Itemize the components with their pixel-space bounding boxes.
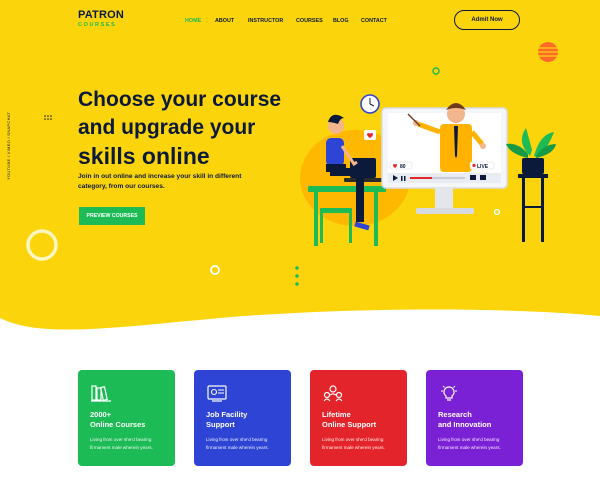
- hero-illustration: 80 LIVE: [300, 94, 556, 246]
- nav-home[interactable]: HOME: [185, 18, 201, 24]
- video-count: 80: [400, 164, 406, 170]
- support-icon: [323, 385, 343, 402]
- lightbulb-icon: [441, 385, 457, 401]
- feature-title: 2000+ Online Courses: [90, 410, 146, 429]
- books-icon: [91, 385, 111, 402]
- hero-title: Choose your course and upgrade your skil…: [78, 86, 281, 170]
- logo-sub: COURSES: [78, 22, 117, 28]
- feature-card-support[interactable]: Lifetime Online Support Living from over…: [310, 370, 407, 466]
- feature-text: Living from over she'd bearing firmament…: [438, 437, 501, 450]
- feature-card-research[interactable]: Research and Innovation Living from over…: [426, 370, 523, 466]
- clock-icon: [360, 94, 380, 114]
- feature-title: Research and Innovation: [438, 410, 492, 429]
- feature-card-courses[interactable]: 2000+ Online Courses Living from over sh…: [78, 370, 175, 466]
- nav-about[interactable]: ABOUT: [215, 18, 234, 24]
- social-links[interactable]: YOUTUBE / VIMEO / SNAPCHAT: [6, 112, 11, 180]
- nav-blog[interactable]: BLOG: [333, 18, 349, 24]
- admit-now-button[interactable]: Admit Now: [454, 10, 520, 30]
- nav-instructor[interactable]: INSTRUCTOR: [248, 18, 283, 24]
- live-label: LIVE: [477, 164, 489, 170]
- logo[interactable]: PATRON COURSES: [78, 10, 124, 29]
- logo-name: PATRON: [78, 9, 125, 21]
- preview-courses-button[interactable]: PREVIEW COURSES: [79, 207, 145, 225]
- feature-title: Job Facility Support: [206, 410, 248, 429]
- nav-courses[interactable]: COURSES: [296, 18, 323, 24]
- feature-text: Living from over she'd bearing firmament…: [90, 437, 153, 450]
- feature-card-job[interactable]: Job Facility Support Living from over sh…: [194, 370, 291, 466]
- hero-description: Join in out online and increase your ski…: [78, 173, 242, 190]
- feature-title: Lifetime Online Support: [322, 410, 377, 429]
- hero-title-line-1: Choose your course: [78, 88, 282, 111]
- feature-cards: 2000+ Online Courses Living from over sh…: [78, 370, 523, 466]
- feature-text: Living from over she'd bearing firmament…: [206, 437, 269, 450]
- hero-title-line-2: and upgrade your: [78, 116, 256, 139]
- nav-contact[interactable]: CONTACT: [361, 18, 387, 24]
- hero-title-line-3: skills online: [78, 143, 210, 169]
- job-icon: [207, 385, 227, 402]
- feature-text: Living from over she'd bearing firmament…: [322, 437, 385, 450]
